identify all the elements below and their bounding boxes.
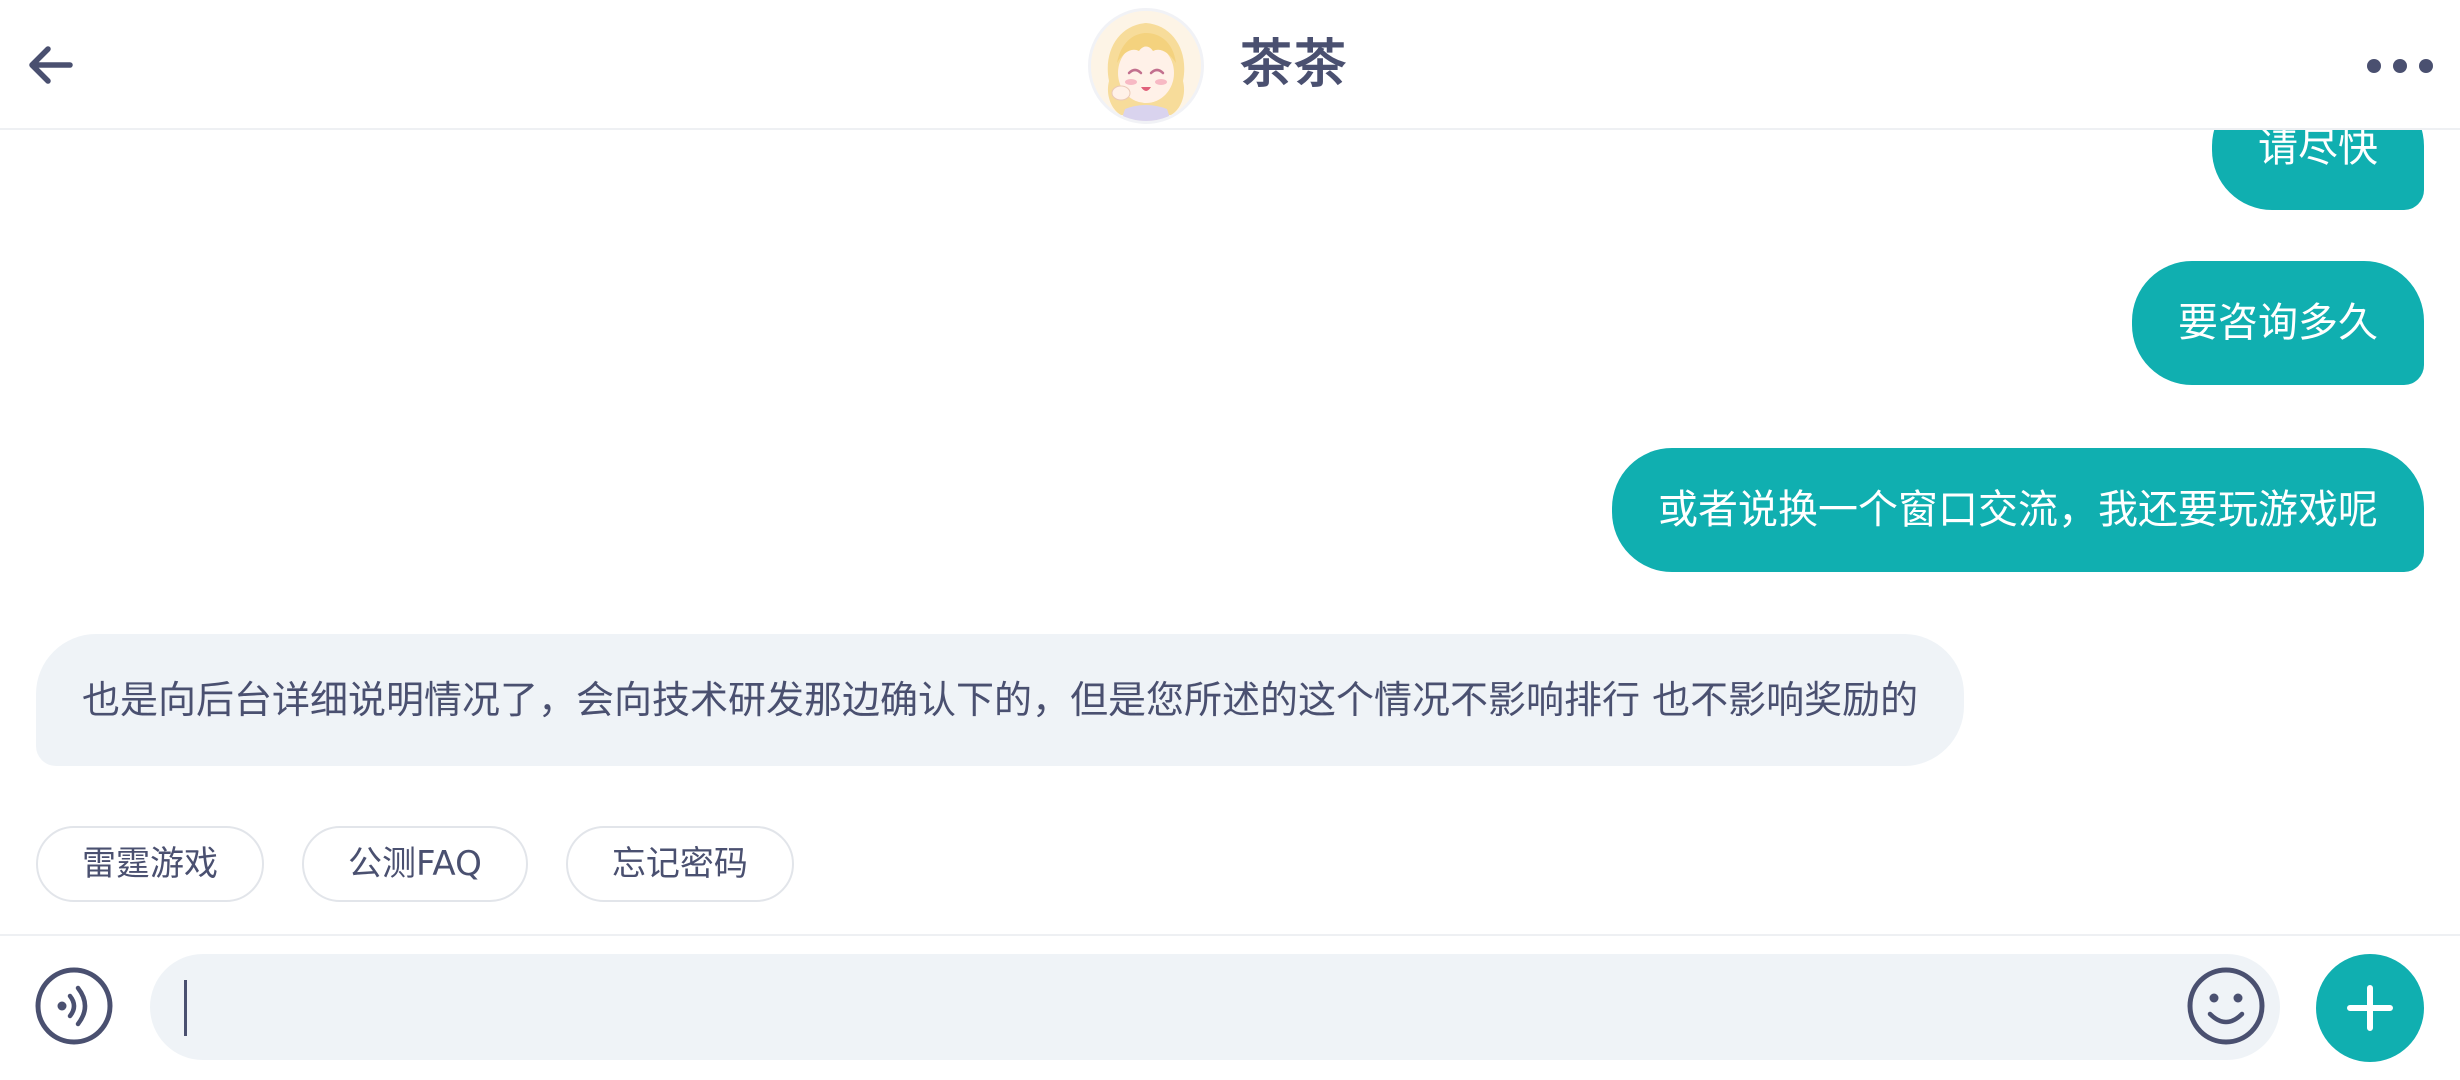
more-options-button[interactable]: [2362, 44, 2438, 88]
input-bar: [0, 934, 2460, 1080]
quick-reply-chip[interactable]: 雷霆游戏: [36, 826, 264, 902]
chat-title: 茶茶: [1240, 35, 1349, 95]
plus-icon: [2347, 985, 2393, 1031]
quick-reply-chip[interactable]: 公测FAQ: [302, 826, 528, 902]
emoji-icon: [2187, 967, 2265, 1045]
avatar[interactable]: [1088, 8, 1204, 124]
message-bubble-outgoing[interactable]: 请尽快: [2212, 130, 2424, 210]
arrow-left-icon: [29, 46, 73, 84]
message-bubble-incoming[interactable]: 也是向后台详细说明情况了，会向技术研发那边确认下的，但是您所述的这个情况不影响排…: [36, 634, 1965, 766]
plus-button[interactable]: [2316, 954, 2424, 1062]
message-bubble-outgoing[interactable]: 或者说换一个窗口交流，我还要玩游戏呢: [1612, 448, 2424, 572]
voice-input-button[interactable]: [34, 966, 114, 1046]
message-bubble-outgoing[interactable]: 要咨询多久: [2132, 261, 2424, 385]
anime-avatar-image: [1091, 11, 1201, 121]
back-button[interactable]: [22, 36, 80, 94]
more-dots-icon: [2367, 59, 2433, 73]
quick-reply-bar: 雷霆游戏 公测FAQ 忘记密码: [36, 826, 794, 902]
emoji-button[interactable]: [2186, 966, 2266, 1046]
chat-header: 茶茶: [0, 0, 2460, 130]
text-cursor: [184, 980, 187, 1036]
message-input[interactable]: [150, 954, 2280, 1060]
message-list[interactable]: 请尽快 要咨询多久 或者说换一个窗口交流，我还要玩游戏呢 也是向后台详细说明情况…: [0, 130, 2460, 930]
voice-icon: [35, 967, 113, 1045]
quick-reply-chip[interactable]: 忘记密码: [565, 826, 794, 902]
